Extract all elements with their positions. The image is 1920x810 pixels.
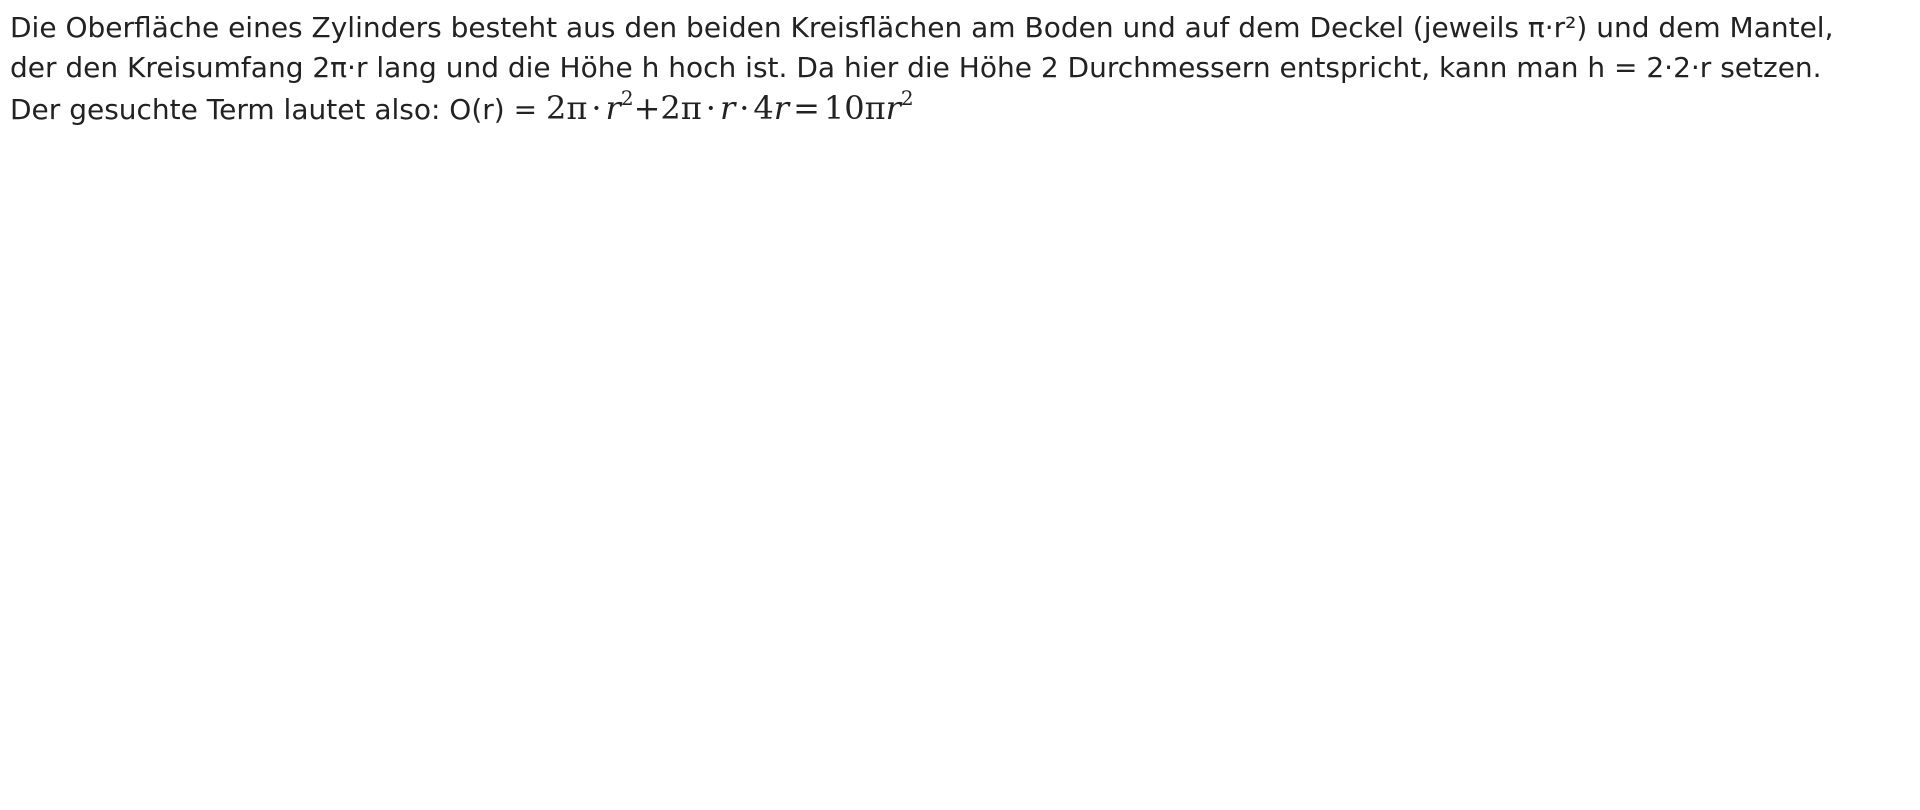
text-line-2: der den Kreisumfang 2π·r lang und die Hö… xyxy=(10,51,1822,84)
formula-result-coef: 10π xyxy=(823,89,886,127)
formula-result-var: r xyxy=(885,89,901,127)
surface-formula: 2π · r2+2π · r · 4r = 10πr2 xyxy=(545,86,914,127)
formula-term2-dot2: · xyxy=(739,89,750,127)
text-line-1: Die Oberfläche eines Zylinders besteht a… xyxy=(10,11,1834,44)
formula-term1-coef: 2π xyxy=(545,89,588,127)
formula-plus: + xyxy=(633,89,661,127)
solution-text: Die Oberfläche eines Zylinders besteht a… xyxy=(0,0,1920,810)
formula-term2-var: r xyxy=(719,89,736,127)
formula-equals: = xyxy=(793,89,820,127)
formula-term1-exp: 2 xyxy=(620,86,634,110)
formula-term2-coef: 2π xyxy=(660,89,702,127)
formula-term2-dot1: · xyxy=(705,89,716,127)
formula-term1-dot: · xyxy=(591,89,602,127)
formula-term2-num: 4 xyxy=(753,89,774,127)
formula-term2-var2: r xyxy=(773,89,790,127)
formula-term1-var: r xyxy=(605,89,621,127)
term-intro: Der gesuchte Term lautet also: O(r) = xyxy=(10,93,546,126)
text-line-3: Der gesuchte Term lautet also: O(r) = 2π… xyxy=(10,88,1910,130)
formula-result-exp: 2 xyxy=(900,86,914,110)
